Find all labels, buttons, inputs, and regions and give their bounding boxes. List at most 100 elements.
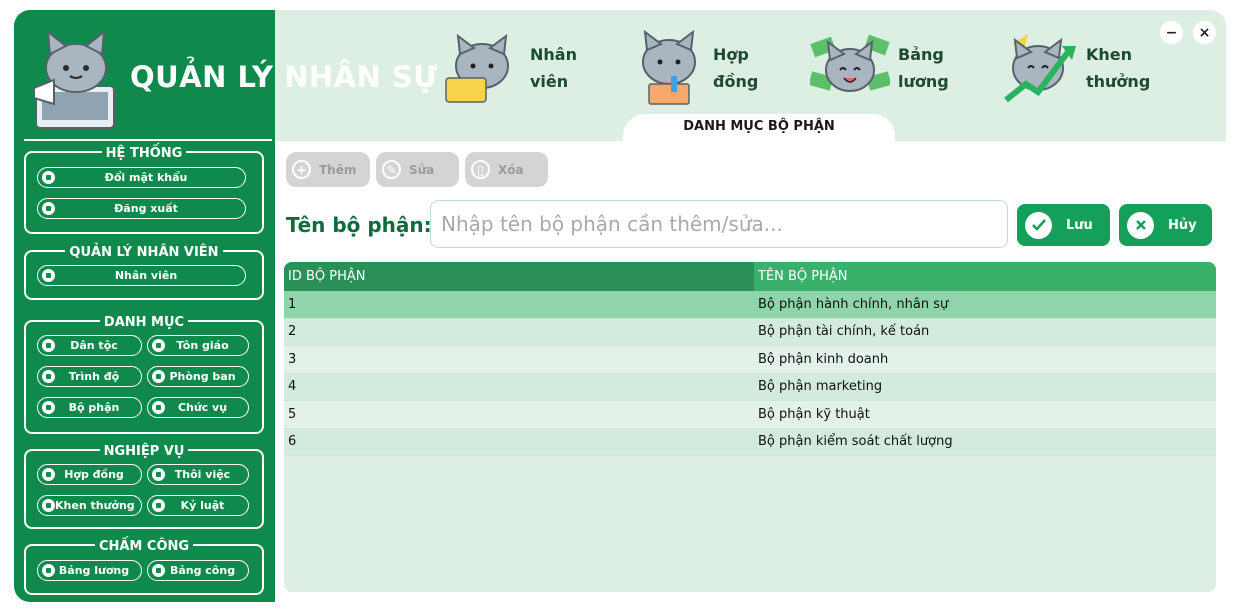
plus-icon: + [292, 160, 311, 179]
positions-label: Chức vụ [177, 401, 228, 414]
cell-id: 6 [288, 434, 297, 450]
payroll-label: Bảng lương [58, 564, 130, 577]
close-button[interactable]: × [1193, 21, 1216, 44]
resignation-label: Thôi việc [174, 468, 231, 481]
cat-trophy-icon [1004, 34, 1076, 103]
sidebar: QUẢN LÝ NHÂN SỰ HỆ THỐNG Đổi mật khẩu Đă… [14, 10, 438, 602]
calculator-icon [42, 564, 55, 577]
nav-payroll[interactable]: Bảng lương [810, 24, 949, 112]
positions-button[interactable]: Chức vụ [147, 397, 249, 418]
column-header-name[interactable]: TÊN BỘ PHẬN [754, 262, 1216, 291]
flag-icon [42, 339, 55, 352]
ethnicity-button[interactable]: Dân tộc [37, 335, 142, 356]
change-password-button[interactable]: Đổi mật khẩu [37, 167, 246, 188]
group-system: HỆ THỐNG Đổi mật khẩu Đăng xuất [24, 146, 264, 234]
contracts-button[interactable]: Hợp đồng [37, 464, 142, 485]
religion-button[interactable]: Tôn giáo [147, 335, 249, 356]
save-button[interactable]: Lưu [1017, 204, 1110, 246]
table-row[interactable]: 3 Bộ phận kinh doanh [284, 346, 1216, 374]
table-row[interactable]: 5 Bộ phận kỹ thuật [284, 401, 1216, 429]
document-icon [42, 468, 55, 481]
group-operations: NGHIỆP VỤ Hợp đồng Thôi việc Khen thưởng… [24, 444, 264, 529]
departments-button[interactable]: Phòng ban [147, 366, 249, 387]
cell-id: 5 [288, 406, 297, 422]
lock-icon [42, 171, 55, 184]
department-name-input[interactable] [430, 200, 1008, 248]
group-employee-management: QUẢN LÝ NHÂN VIÊN Nhân viên [24, 245, 264, 300]
departments-label: Phòng ban [169, 370, 236, 383]
logout-icon [42, 202, 55, 215]
minimize-button[interactable]: − [1160, 21, 1183, 44]
edit-label: Sửa [409, 162, 435, 177]
payroll-button[interactable]: Bảng lương [37, 560, 142, 581]
change-password-label: Đổi mật khẩu [104, 171, 188, 184]
cat-contract-icon [642, 30, 696, 105]
building-icon [152, 370, 165, 383]
main-content: + Thêm ✎ Sửa ▯ Xóa Tên bộ phận: Lưu Hủy [275, 141, 1226, 602]
rewards-button[interactable]: Khen thưởng [37, 495, 142, 516]
delete-button[interactable]: ▯ Xóa [465, 152, 548, 187]
cell-id: 3 [288, 351, 297, 367]
table-row[interactable]: 4 Bộ phận marketing [284, 373, 1216, 401]
ethnicity-label: Dân tộc [70, 339, 118, 352]
close-icon [1127, 211, 1154, 239]
cell-name: Bộ phận kỹ thuật [758, 406, 870, 422]
cat-laptop-icon [445, 33, 509, 103]
discipline-label: Kỷ luật [180, 499, 225, 512]
badge-icon [152, 401, 165, 414]
group-title-catalog: DANH MỤC [99, 315, 189, 330]
discipline-button[interactable]: Kỷ luật [147, 495, 249, 516]
cell-name: Bộ phận kinh doanh [758, 351, 889, 367]
trash-icon: ▯ [471, 160, 490, 179]
nav-rewards-label: Khen thưởng [1086, 45, 1151, 91]
pencil-icon: ✎ [382, 160, 401, 179]
group-title-timekeeping: CHẤM CÔNG [94, 539, 194, 554]
cancel-label: Hủy [1168, 217, 1197, 233]
user-icon [42, 269, 55, 282]
cat-laptop-logo-icon [33, 29, 115, 129]
nav-rewards[interactable]: Khen thưởng [998, 24, 1150, 112]
department-table: ID BỘ PHẬN TÊN BỘ PHẬN 1 Bộ phận hành chí… [284, 262, 1216, 592]
table-header: ID BỘ PHẬN TÊN BỘ PHẬN [284, 262, 1216, 291]
logout-button[interactable]: Đăng xuất [37, 198, 246, 219]
table-row[interactable]: 2 Bộ phận tài chính, kế toán [284, 318, 1216, 346]
employees-label: Nhân viên [114, 269, 178, 282]
nav-contracts[interactable]: Hợp đồng [633, 24, 758, 112]
clock-icon [152, 564, 165, 577]
employees-button[interactable]: Nhân viên [37, 265, 246, 286]
pencil-icon [42, 370, 55, 383]
add-button[interactable]: + Thêm [286, 152, 370, 187]
gear-icon [42, 401, 55, 414]
nav-employees[interactable]: Nhân viên [442, 24, 577, 112]
cancel-button[interactable]: Hủy [1119, 204, 1212, 246]
divisions-label: Bộ phận [68, 401, 120, 414]
education-level-button[interactable]: Trình độ [37, 366, 142, 387]
table-body: 1 Bộ phận hành chính, nhân sự 2 Bộ phận tài… [284, 291, 1216, 456]
column-header-id[interactable]: ID BỘ PHẬN [284, 262, 754, 291]
sidebar-divider [24, 139, 272, 141]
table-row[interactable]: 1 Bộ phận hành chính, nhân sự [284, 291, 1216, 319]
resignation-button[interactable]: Thôi việc [147, 464, 249, 485]
timesheet-button[interactable]: Bảng công [147, 560, 249, 581]
education-level-label: Trình độ [68, 370, 120, 383]
table-row[interactable]: 6 Bộ phận kiểm soát chất lượng [284, 428, 1216, 456]
timesheet-label: Bảng công [169, 564, 236, 577]
contracts-label: Hợp đồng [64, 468, 124, 481]
cell-id: 4 [288, 379, 297, 395]
group-title-employee-management: QUẢN LÝ NHÂN VIÊN [65, 245, 223, 260]
divisions-button[interactable]: Bộ phận [37, 397, 142, 418]
delete-label: Xóa [498, 162, 524, 177]
add-label: Thêm [319, 162, 357, 177]
active-tab[interactable]: DANH MỤC BỘ PHẬN [623, 114, 895, 144]
app-title: QUẢN LÝ NHÂN SỰ [130, 60, 439, 94]
edit-button[interactable]: ✎ Sửa [376, 152, 459, 187]
group-timekeeping: CHẤM CÔNG Bảng lương Bảng công [24, 539, 264, 595]
nav-payroll-label: Bảng lương [898, 45, 949, 91]
cell-name: Bộ phận kiểm soát chất lượng [758, 434, 953, 450]
cell-name: Bộ phận tài chính, kế toán [758, 324, 930, 340]
people-icon [152, 468, 165, 481]
medal-icon [42, 499, 55, 512]
save-label: Lưu [1066, 217, 1093, 233]
religion-label: Tôn giáo [176, 339, 229, 352]
app-window: QUẢN LÝ NHÂN SỰ HỆ THỐNG Đổi mật khẩu Đă… [14, 10, 1226, 602]
